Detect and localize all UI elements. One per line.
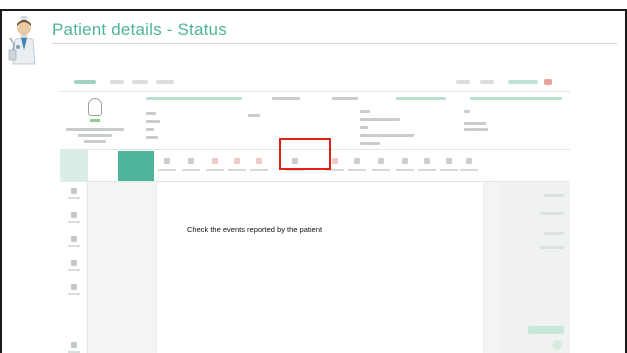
slide-title: Patient details - Status — [52, 20, 227, 39]
sidebar-item[interactable] — [68, 342, 80, 353]
frame-border-left — [0, 9, 2, 353]
right-panel — [500, 182, 570, 353]
app-screenshot — [60, 72, 570, 353]
toolbar-item[interactable] — [458, 156, 480, 176]
title-divider — [52, 43, 617, 44]
instruction-caption: Check the events reported by the patient — [187, 225, 323, 234]
right-panel-button[interactable] — [528, 326, 564, 334]
sidebar-item[interactable] — [68, 284, 80, 298]
highlight-box — [279, 138, 331, 170]
toolbar-item[interactable] — [180, 156, 202, 176]
sidebar-item[interactable] — [68, 212, 80, 226]
toolbar-item[interactable] — [226, 156, 248, 176]
toolbar-item[interactable] — [346, 156, 368, 176]
toolbar-item[interactable] — [416, 156, 438, 176]
sidebar-item[interactable] — [68, 236, 80, 250]
tab-status-active[interactable] — [118, 151, 154, 181]
toolbar-item[interactable] — [394, 156, 416, 176]
toolbar-item[interactable] — [156, 156, 178, 176]
doctor-avatar-icon — [8, 16, 36, 65]
toolbar-item[interactable] — [248, 156, 270, 176]
sidebar-item[interactable] — [68, 188, 80, 202]
toolbar-item[interactable] — [438, 156, 460, 176]
content-panel — [157, 182, 483, 353]
sidebar-item[interactable] — [68, 260, 80, 274]
sidebar-item-active[interactable] — [60, 150, 88, 182]
toolbar-item[interactable] — [204, 156, 226, 176]
frame-border-top — [0, 9, 627, 11]
app-sidebar — [60, 182, 88, 353]
app-top-bar — [60, 72, 570, 92]
patient-avatar-icon — [88, 98, 102, 116]
toolbar-item[interactable] — [370, 156, 392, 176]
tutorial-slide: Patient details - Status Check the event… — [0, 0, 627, 353]
